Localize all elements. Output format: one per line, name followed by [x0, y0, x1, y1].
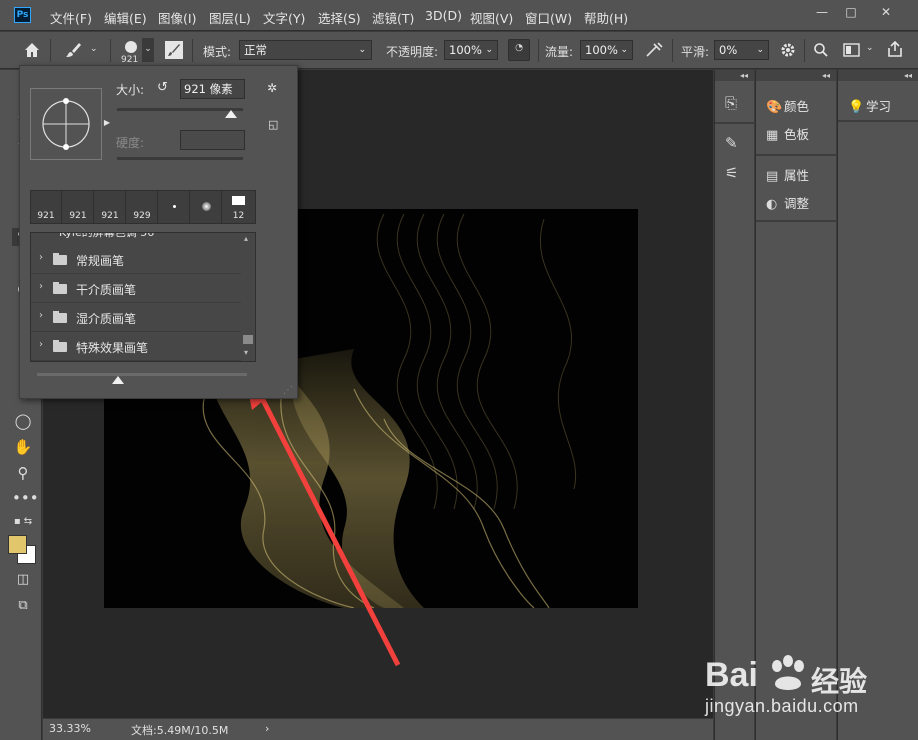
brush-folder-list: Kyle的屏幕色调 56 › 常规画笔 › 干介质画笔 › 湿介质画笔 › 特殊…: [30, 232, 256, 362]
folder-row-general[interactable]: › 常规画笔: [31, 246, 241, 274]
learn-panel-tab[interactable]: 💡 学习: [848, 96, 891, 115]
swatches-label: 色板: [784, 127, 810, 142]
preset-brush[interactable]: 929: [127, 191, 158, 223]
swatches-panel-tab[interactable]: ▦ 色板: [766, 124, 809, 143]
brush-preset-picker: ▶ 大小: ↺ 921 像素 ✲ ◱ 硬度: 921 921 921 929 1…: [19, 65, 298, 399]
color-panel-tab[interactable]: 🎨 颜色: [766, 96, 809, 115]
list-scrollbar[interactable]: ▴ ▾: [241, 233, 255, 361]
brush-tip-preview[interactable]: ▶: [30, 88, 110, 160]
lightbulb-icon: 💡: [848, 100, 865, 115]
learn-label: 学习: [866, 99, 892, 114]
list-item[interactable]: Kyle的屏幕色调 56: [31, 232, 241, 239]
brush-angle-icon: [42, 98, 90, 150]
zoom-level[interactable]: 33.33%: [49, 722, 91, 735]
history-icon[interactable]: ⎘: [725, 94, 737, 112]
new-preset-icon[interactable]: ◱: [268, 118, 278, 131]
hardness-input: [180, 130, 245, 150]
preset-brush[interactable]: 921: [63, 191, 94, 223]
adjustments-label: 调整: [784, 196, 810, 211]
size-slider-thumb[interactable]: [225, 110, 237, 118]
watermark-brand: Bai: [705, 656, 758, 694]
hardness-slider-track: [117, 157, 243, 160]
properties-panel-tab[interactable]: ▤ 属性: [766, 165, 809, 184]
thumbnail-size-thumb[interactable]: [112, 376, 124, 384]
folder-label: 常规画笔: [76, 254, 125, 268]
partial-row-label: Kyle的屏幕色调 56: [59, 232, 155, 239]
folder-icon: [53, 282, 67, 294]
grid-icon: ▦: [766, 128, 779, 143]
chevron-right-icon: ›: [39, 281, 43, 292]
folder-row-wet-media[interactable]: › 湿介质画笔: [31, 304, 241, 332]
status-bar: 33.33% 文档:5.49M/10.5M ›: [43, 718, 713, 740]
adjustments-icon: ◐: [766, 197, 778, 212]
collapse-arrows-icon[interactable]: ◂◂: [715, 70, 754, 81]
preset-hard-dot[interactable]: [159, 191, 190, 223]
size-label: 大小:: [116, 83, 145, 97]
thumbnail-size-slider[interactable]: [37, 373, 247, 376]
status-expand-icon[interactable]: ›: [265, 722, 269, 735]
scroll-thumb[interactable]: [243, 335, 253, 344]
properties-label: 属性: [784, 168, 810, 183]
preset-label: 12: [232, 211, 245, 221]
folder-row-dry-media[interactable]: › 干介质画笔: [31, 275, 241, 303]
preset-label: 921: [101, 211, 119, 221]
folder-icon: [53, 340, 67, 352]
folder-label: 干介质画笔: [76, 283, 137, 297]
preset-label: 929: [133, 211, 151, 221]
folder-icon: [53, 253, 67, 265]
folder-icon: [53, 311, 67, 323]
size-input[interactable]: 921 像素: [180, 79, 245, 99]
properties-icon: ▤: [766, 169, 779, 184]
baidu-watermark: Bai 经验 jingyan.baidu.com: [705, 640, 910, 720]
brush-settings-icon[interactable]: ✎: [725, 134, 738, 152]
paw-logo-icon: [772, 655, 804, 690]
watermark-suffix: 经验: [811, 665, 868, 698]
preset-label: 921: [69, 211, 87, 221]
panel-gear-icon[interactable]: ✲: [267, 81, 277, 95]
adjustments-panel-tab[interactable]: ◐ 调整: [766, 193, 809, 212]
chevron-right-icon: ›: [39, 252, 43, 263]
chevron-right-icon: ›: [39, 339, 43, 350]
preset-brush[interactable]: 921: [31, 191, 62, 223]
document-info: 文档:5.49M/10.5M: [131, 724, 229, 737]
palette-icon: 🎨: [766, 100, 783, 115]
recent-brushes-strip: 921 921 921 929 12: [30, 190, 256, 224]
brushes-icon[interactable]: ⚟: [725, 164, 738, 182]
hardness-label: 硬度:: [116, 136, 145, 150]
folder-label: 湿介质画笔: [76, 312, 137, 326]
folder-row-special-effects[interactable]: › 特殊效果画笔: [31, 333, 241, 361]
collapse-arrows-icon[interactable]: ◂◂: [756, 70, 836, 81]
resize-grip-icon[interactable]: ⋰: [283, 385, 293, 396]
folder-label: 特殊效果画笔: [76, 341, 149, 355]
preset-square[interactable]: 12: [223, 191, 254, 223]
color-label: 颜色: [784, 99, 810, 114]
preset-brush[interactable]: 921: [95, 191, 126, 223]
scroll-down-icon[interactable]: ▾: [244, 348, 248, 357]
chevron-right-icon: ›: [39, 310, 43, 321]
expand-arrow-icon: ▶: [103, 118, 110, 127]
preset-soft-dot[interactable]: [191, 191, 222, 223]
collapse-arrows-icon[interactable]: ◂◂: [838, 70, 918, 81]
preset-label: 921: [37, 211, 55, 221]
reset-size-icon[interactable]: ↺: [157, 80, 168, 95]
watermark-url: jingyan.baidu.com: [705, 696, 859, 716]
scroll-up-icon[interactable]: ▴: [244, 234, 248, 243]
